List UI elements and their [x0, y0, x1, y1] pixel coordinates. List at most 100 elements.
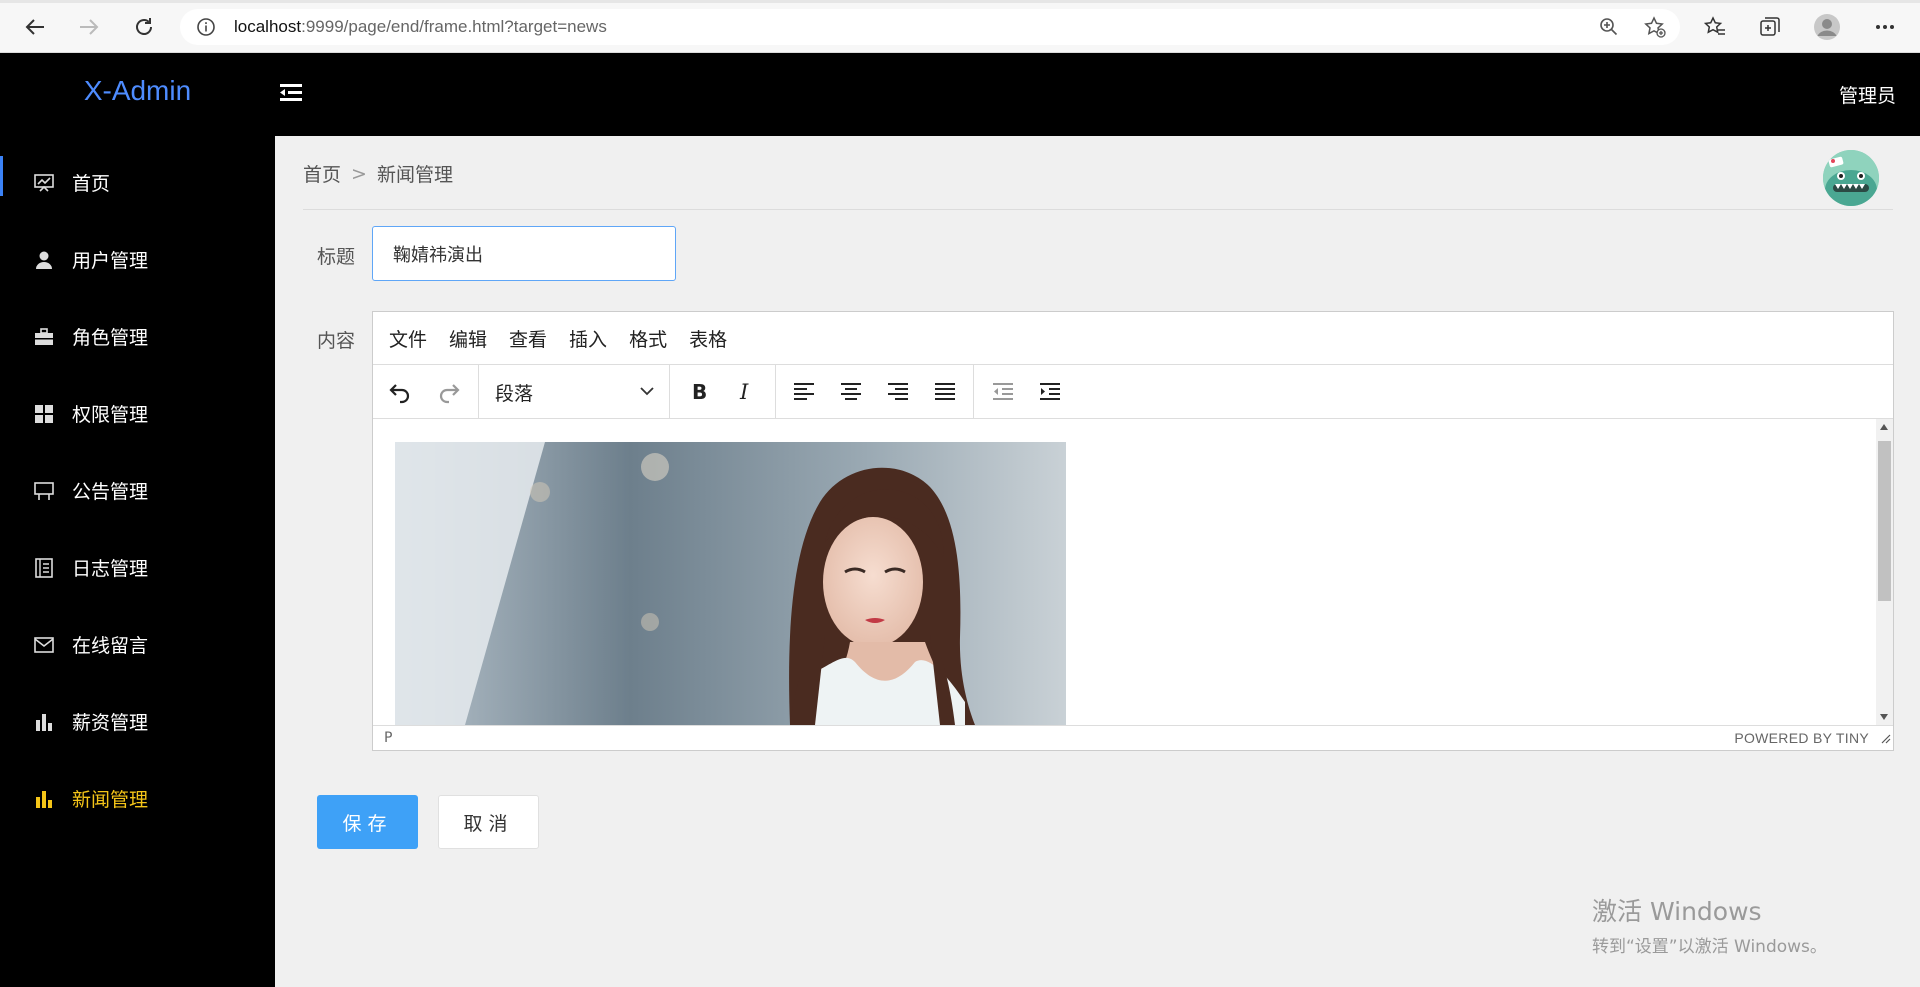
editor-menu-insert[interactable]: 插入 [569, 325, 607, 352]
avatar[interactable] [1823, 150, 1879, 206]
italic-icon[interactable]: I [731, 377, 761, 407]
favorites-icon[interactable] [1700, 12, 1730, 42]
content-label: 内容 [317, 330, 356, 352]
watermark-line2: 转到“设置”以激活 Windows。 [1592, 937, 1827, 957]
editor-scrollbar[interactable] [1876, 419, 1893, 725]
breadcrumb: 首页 > 新闻管理 [303, 160, 453, 187]
sidebar-item-notices[interactable]: 公告管理 [0, 452, 275, 529]
sidebar-item-logs[interactable]: 日志管理 [0, 529, 275, 606]
editor-toolbar: 段落 B I [373, 365, 1893, 419]
forward-icon[interactable] [74, 12, 104, 42]
sidebar-item-label: 在线留言 [72, 635, 149, 657]
scroll-up-icon[interactable] [1880, 424, 1888, 430]
rich-text-editor: 文件 编辑 查看 插入 格式 表格 段落 B I P POWERED BY TI… [372, 311, 1894, 751]
editor-menu-format[interactable]: 格式 [629, 325, 667, 352]
top-header: 管理员 [275, 53, 1920, 136]
powered-by-link[interactable]: POWERED BY TINY [1734, 730, 1869, 746]
sidebar-item-label: 日志管理 [72, 558, 149, 580]
briefcase-icon [34, 327, 54, 347]
breadcrumb-divider [303, 209, 1893, 210]
toolbar-separator [775, 365, 776, 418]
editor-statusbar: P POWERED BY TINY [373, 725, 1893, 750]
sidebar-item-messages[interactable]: 在线留言 [0, 606, 275, 683]
breadcrumb-current: 新闻管理 [376, 164, 453, 186]
windows-activation-watermark: 激活 Windows 转到“设置”以激活 Windows。 [1592, 892, 1827, 957]
add-favorite-icon[interactable] [1640, 12, 1670, 42]
app-logo[interactable]: X-Admin [0, 75, 275, 107]
board-icon [34, 481, 54, 501]
sidebar-item-label: 公告管理 [72, 481, 149, 503]
chevron-down-icon [639, 382, 655, 404]
refresh-icon[interactable] [129, 12, 159, 42]
save-button[interactable]: 保存 [317, 795, 418, 849]
align-left-icon[interactable] [789, 377, 819, 407]
back-icon[interactable] [20, 12, 50, 42]
sidebar-item-news[interactable]: 新闻管理 [0, 760, 275, 837]
sidebar-item-label: 权限管理 [72, 404, 149, 426]
toolbar-separator [669, 365, 670, 418]
sidebar-item-label: 角色管理 [72, 327, 149, 349]
outdent-icon[interactable] [988, 377, 1018, 407]
grid-icon [34, 404, 54, 424]
align-justify-icon[interactable] [930, 377, 960, 407]
sidebar-item-salary[interactable]: 薪资管理 [0, 683, 275, 760]
user-icon [34, 250, 54, 270]
collections-icon[interactable] [1755, 12, 1785, 42]
editor-menu-table[interactable]: 表格 [689, 325, 727, 352]
indent-icon[interactable] [1035, 377, 1065, 407]
title-input[interactable] [372, 226, 676, 281]
block-format-value: 段落 [495, 382, 534, 405]
editor-menu-view[interactable]: 查看 [509, 325, 547, 352]
redo-icon[interactable] [434, 377, 464, 407]
mail-icon [34, 635, 54, 655]
address-bar[interactable]: localhost:9999/page/end/frame.html?targe… [180, 9, 1680, 45]
resize-handle-icon[interactable] [1879, 732, 1891, 748]
bar-chart-icon [34, 712, 54, 732]
undo-icon[interactable] [385, 377, 415, 407]
url-text: localhost:9999/page/end/frame.html?targe… [234, 17, 607, 36]
zoom-icon[interactable] [1594, 12, 1624, 42]
scrollbar-thumb[interactable] [1878, 441, 1891, 601]
sidebar-menu: 首页 用户管理 角色管理 权限管理 公告管理 日志管理 在线留言 薪资管理 新闻… [0, 144, 275, 837]
bar-chart-icon [34, 789, 54, 809]
sidebar-item-permissions[interactable]: 权限管理 [0, 375, 275, 452]
align-right-icon[interactable] [883, 377, 913, 407]
sidebar-item-label: 用户管理 [72, 250, 149, 272]
dashboard-icon [34, 173, 54, 193]
cancel-button[interactable]: 取消 [438, 795, 539, 849]
sidebar-item-label: 首页 [72, 173, 111, 195]
breadcrumb-separator: > [351, 162, 367, 185]
sidebar-item-users[interactable]: 用户管理 [0, 221, 275, 298]
menu-toggle-icon[interactable] [279, 81, 303, 105]
svg-text:I: I [739, 381, 749, 403]
svg-text:B: B [692, 381, 707, 403]
editor-body[interactable] [373, 419, 1876, 725]
breadcrumb-home[interactable]: 首页 [303, 160, 341, 187]
more-icon[interactable] [1870, 12, 1900, 42]
element-path[interactable]: P [384, 730, 392, 746]
log-icon [34, 557, 54, 578]
editor-menu-file[interactable]: 文件 [389, 325, 427, 352]
sidebar-item-roles[interactable]: 角色管理 [0, 298, 275, 375]
editor-menubar: 文件 编辑 查看 插入 格式 表格 [373, 312, 1893, 365]
title-label: 标题 [317, 246, 356, 268]
scroll-down-icon[interactable] [1880, 714, 1888, 720]
toolbar-separator [478, 365, 479, 418]
block-format-select[interactable]: 段落 [495, 377, 655, 407]
sidebar: X-Admin 首页 用户管理 角色管理 权限管理 公告管理 日志管理 在线留言… [0, 53, 275, 987]
align-center-icon[interactable] [836, 377, 866, 407]
info-icon[interactable] [196, 17, 216, 41]
admin-name[interactable]: 管理员 [1839, 81, 1896, 108]
bold-icon[interactable]: B [684, 377, 714, 407]
tab-strip-edge [0, 0, 1920, 3]
profile-icon[interactable] [1812, 12, 1842, 42]
sidebar-item-label: 新闻管理 [72, 789, 149, 811]
main-content: 首页 > 新闻管理 标题 内容 文件 编辑 查看 插入 格式 表格 [275, 136, 1920, 987]
editor-menu-edit[interactable]: 编辑 [449, 325, 487, 352]
sidebar-item-home[interactable]: 首页 [0, 144, 275, 221]
browser-toolbar: localhost:9999/page/end/frame.html?targe… [0, 0, 1920, 53]
content-image[interactable] [395, 442, 1066, 725]
watermark-line1: 激活 Windows [1592, 897, 1762, 926]
sidebar-item-label: 薪资管理 [72, 712, 149, 734]
toolbar-separator [973, 365, 974, 418]
